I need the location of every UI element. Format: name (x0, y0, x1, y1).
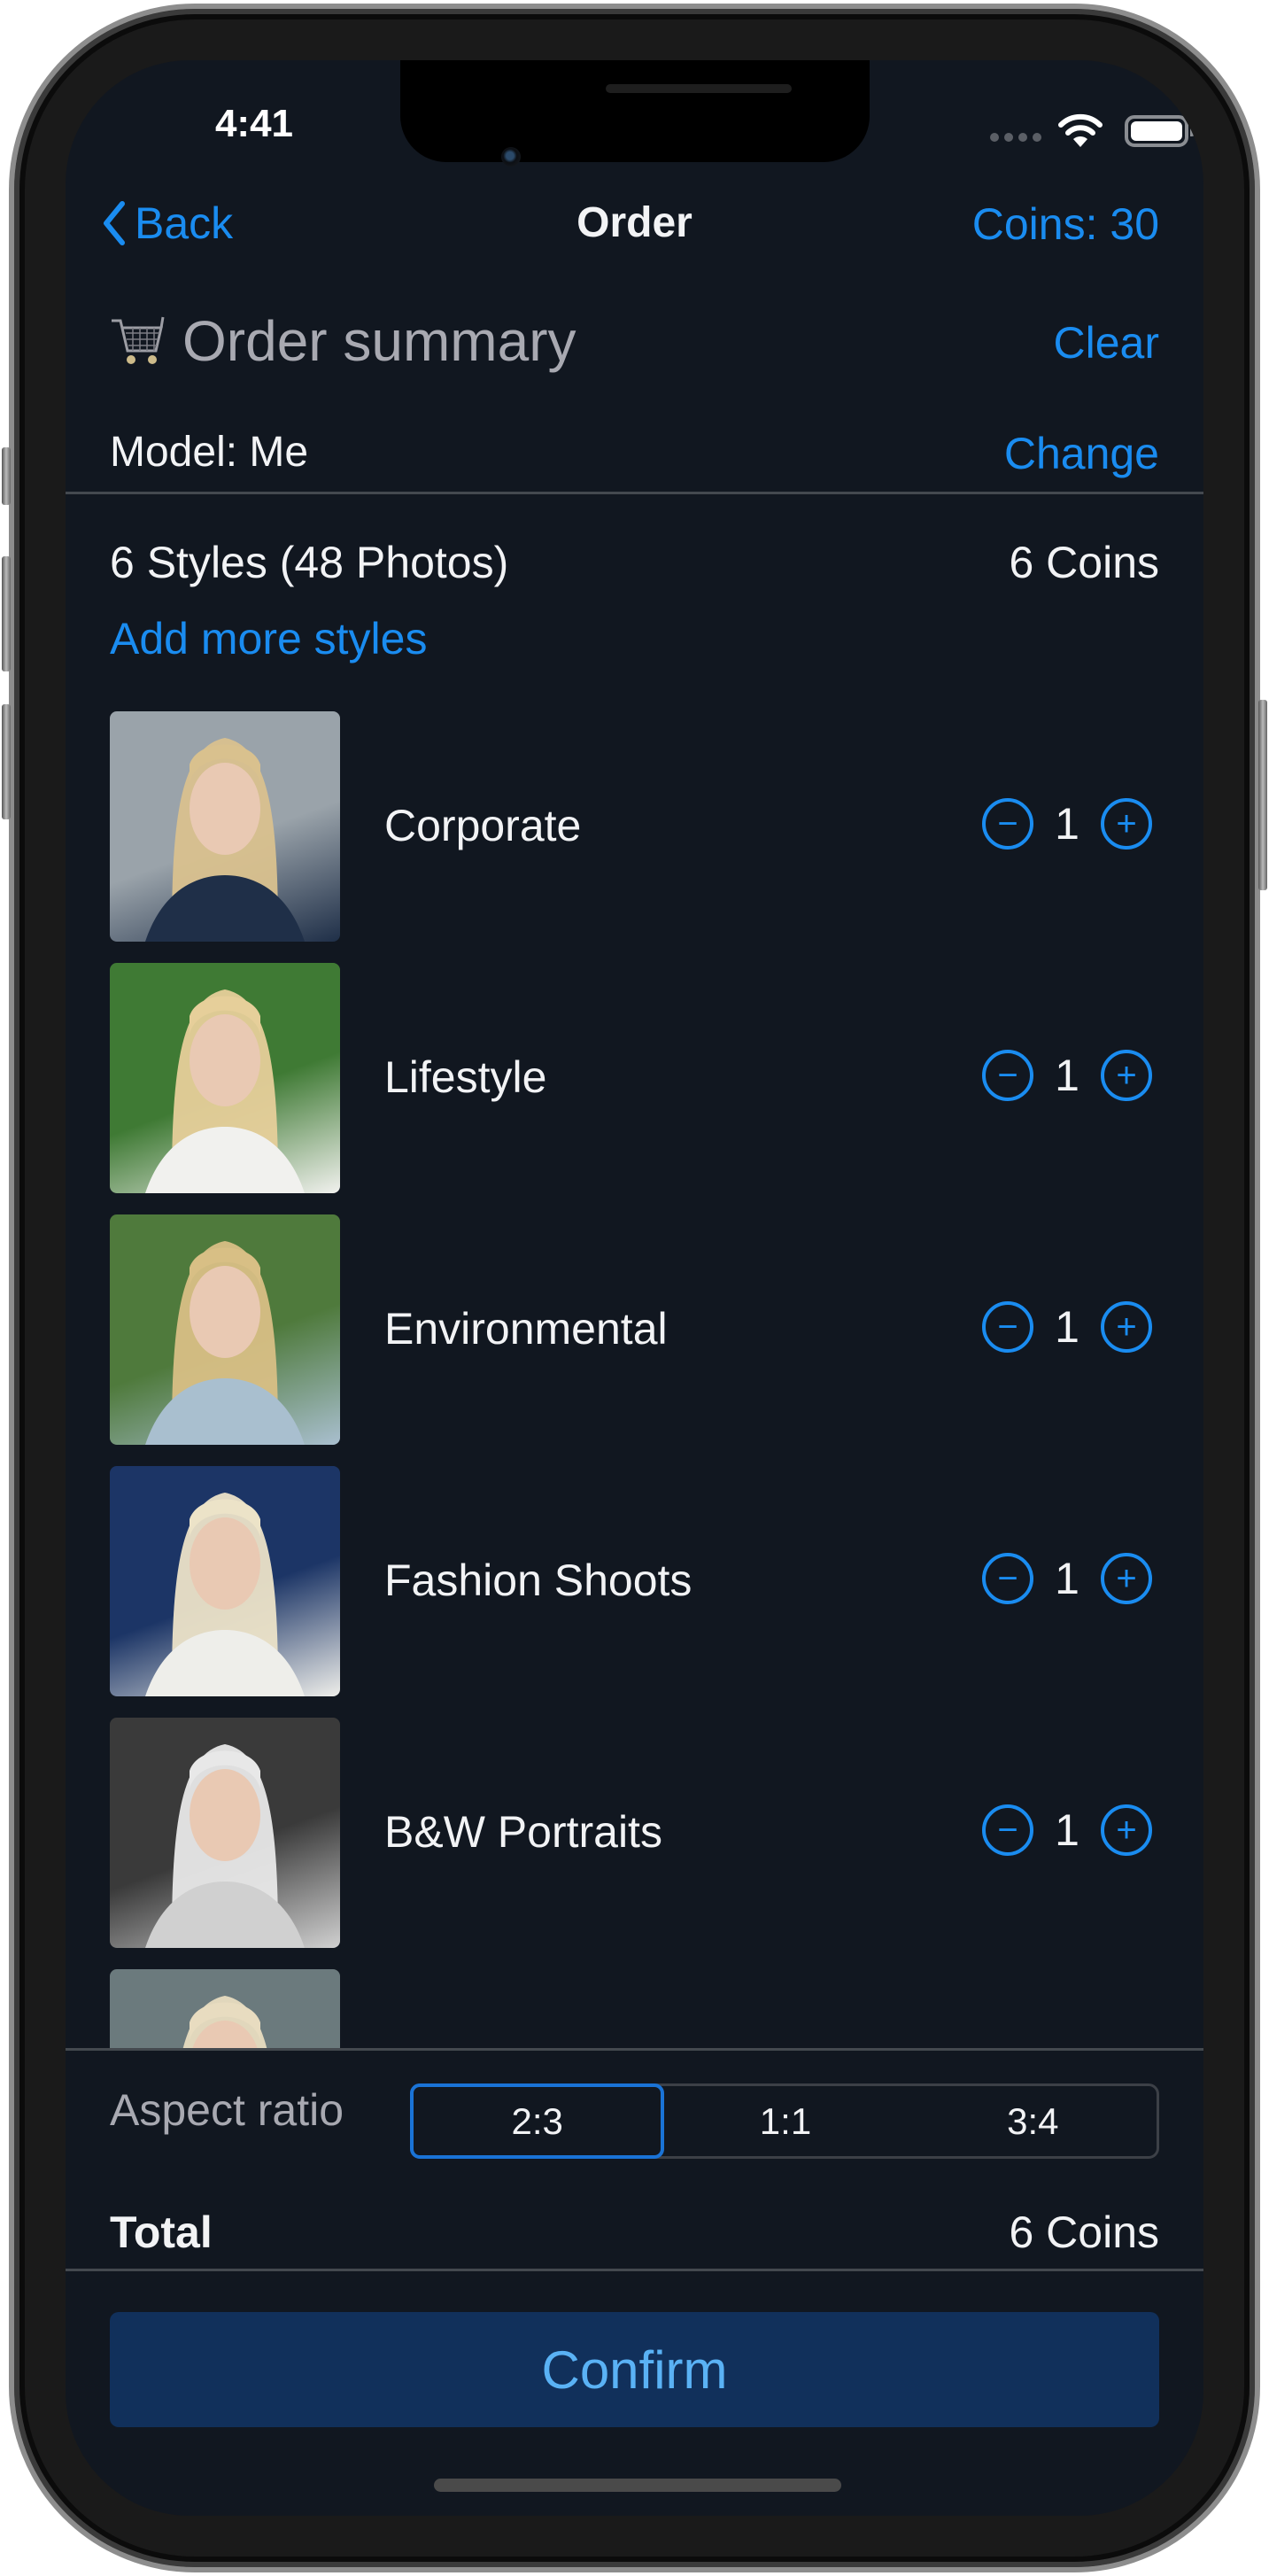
quantity-stepper: − 1 + (982, 1301, 1152, 1353)
styles-list[interactable]: Corporate − 1 + Lifestyle − 1 + Environm… (110, 711, 1159, 2049)
aspect-option[interactable]: 3:4 (909, 2086, 1157, 2156)
style-thumbnail (110, 1214, 340, 1445)
aspect-option[interactable]: 2:3 (410, 2083, 665, 2159)
plus-icon: + (1116, 804, 1137, 843)
order-summary-heading: Order summary (108, 308, 576, 374)
shopping-cart-icon (112, 316, 165, 364)
style-name: Corporate (384, 801, 582, 850)
increment-button[interactable]: + (1101, 1050, 1152, 1101)
style-row: Fashion Shoots − 1 + (110, 1466, 1159, 1696)
styles-coins: 6 Coins (1009, 538, 1159, 587)
style-row: B&W Portraits − 1 + (110, 1718, 1159, 1948)
style-row (110, 1969, 1159, 2049)
divider (66, 2269, 1203, 2271)
volume-down-button (2, 704, 11, 819)
home-indicator[interactable] (434, 2479, 841, 2492)
quantity-stepper: − 1 + (982, 1553, 1152, 1604)
style-row: Corporate − 1 + (110, 711, 1159, 942)
dynamic-notch (400, 60, 870, 162)
minus-icon: − (997, 1056, 1018, 1095)
plus-icon: + (1116, 1307, 1137, 1346)
increment-button[interactable]: + (1101, 798, 1152, 850)
total-value: 6 Coins (1009, 2207, 1159, 2257)
status-time: 4:41 (214, 102, 294, 145)
style-row: Lifestyle − 1 + (110, 963, 1159, 1193)
style-thumbnail (110, 711, 340, 942)
decrement-button[interactable]: − (982, 1804, 1033, 1856)
style-name: Environmental (384, 1304, 668, 1354)
style-thumbnail (110, 1466, 340, 1696)
portrait-image (145, 989, 305, 1193)
aspect-option[interactable]: 1:1 (662, 2086, 909, 2156)
quantity-stepper: − 1 + (982, 1804, 1152, 1856)
volume-up-button (2, 556, 11, 671)
aspect-ratio-label: Aspect ratio (110, 2085, 344, 2135)
portrait-image (145, 1744, 305, 1948)
style-name: B&W Portraits (384, 1807, 662, 1857)
model-label: Model: Me (110, 429, 309, 476)
quantity-stepper: − 1 + (982, 1050, 1152, 1101)
quantity-value: 1 (1055, 1302, 1079, 1352)
plus-icon: + (1116, 1559, 1137, 1598)
style-name: Lifestyle (384, 1052, 547, 1102)
plus-icon: + (1116, 1811, 1137, 1850)
portrait-image (145, 1241, 305, 1445)
confirm-button[interactable]: Confirm (110, 2312, 1159, 2427)
portrait-image (145, 738, 305, 942)
total-label: Total (110, 2207, 213, 2257)
quantity-value: 1 (1055, 799, 1079, 849)
decrement-button[interactable]: − (982, 1553, 1033, 1604)
style-thumbnail (110, 1969, 340, 2049)
divider (66, 492, 1203, 494)
increment-button[interactable]: + (1101, 1301, 1152, 1353)
power-button (1258, 700, 1267, 890)
decrement-button[interactable]: − (982, 1050, 1033, 1101)
increment-button[interactable]: + (1101, 1553, 1152, 1604)
minus-icon: − (997, 804, 1018, 843)
clear-button[interactable]: Clear (1054, 317, 1159, 369)
app-screen: 4:41 Back Order Coins: 30 Order summary … (66, 60, 1203, 2516)
minus-icon: − (997, 1307, 1018, 1346)
wifi-icon (1058, 113, 1103, 147)
style-row: Environmental − 1 + (110, 1214, 1159, 1445)
style-thumbnail (110, 963, 340, 1193)
minus-icon: − (997, 1559, 1018, 1598)
decrement-button[interactable]: − (982, 798, 1033, 850)
change-model-button[interactable]: Change (1004, 428, 1159, 479)
cellular-dots-icon (990, 133, 1041, 142)
aspect-ratio-selector[interactable]: 2:3 1:1 3:4 (410, 2083, 1159, 2159)
battery-nub (1190, 126, 1195, 136)
decrement-button[interactable]: − (982, 1301, 1033, 1353)
action-button (2, 447, 11, 505)
coins-balance[interactable]: Coins: 30 (972, 198, 1159, 250)
style-name: Fashion Shoots (384, 1556, 693, 1605)
add-more-styles-link[interactable]: Add more styles (110, 613, 427, 664)
divider (66, 2048, 1203, 2051)
quantity-stepper: − 1 + (982, 798, 1152, 850)
battery-icon (1125, 115, 1188, 147)
earpiece-speaker (606, 84, 792, 93)
order-summary-title: Order summary (182, 309, 576, 373)
front-camera (501, 147, 521, 167)
quantity-value: 1 (1055, 1051, 1079, 1100)
quantity-value: 1 (1055, 1805, 1079, 1855)
style-thumbnail (110, 1718, 340, 1948)
increment-button[interactable]: + (1101, 1804, 1152, 1856)
quantity-value: 1 (1055, 1554, 1079, 1603)
portrait-image (145, 1493, 305, 1696)
styles-count: 6 Styles (48 Photos) (110, 538, 509, 587)
minus-icon: − (997, 1811, 1018, 1850)
portrait-image (182, 1996, 267, 2049)
plus-icon: + (1116, 1056, 1137, 1095)
